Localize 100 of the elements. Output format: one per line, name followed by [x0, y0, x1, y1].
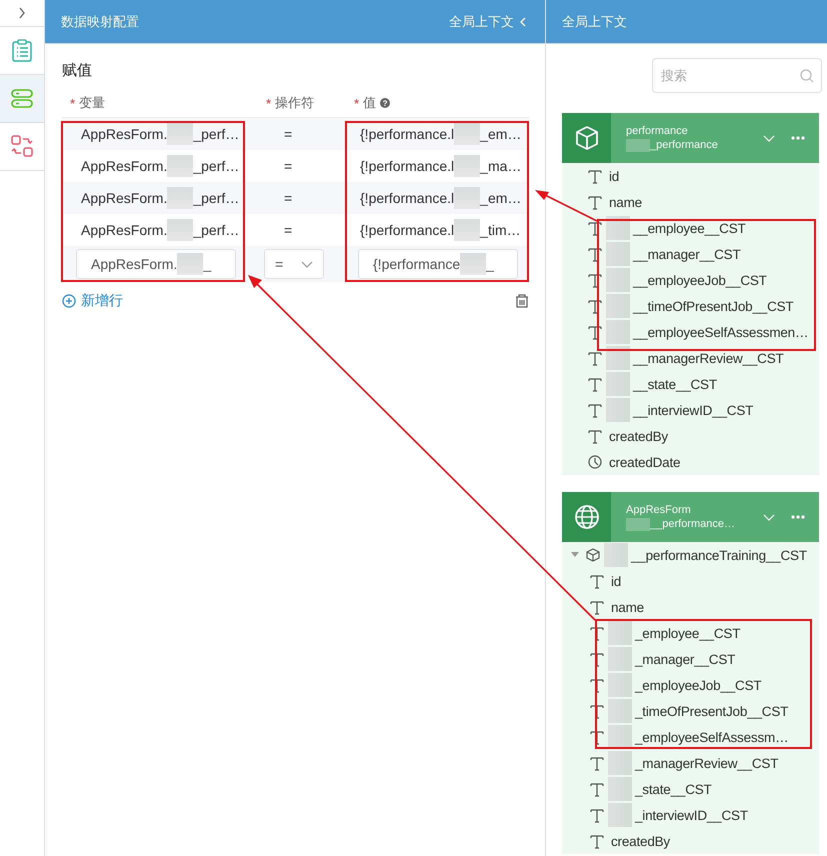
value-text: _em…	[480, 190, 522, 206]
field-name[interactable]: createdBy	[611, 834, 670, 848]
text-type-icon	[588, 376, 602, 392]
plus-circle-icon	[62, 294, 76, 308]
field-name[interactable]: id	[609, 168, 620, 184]
variable-text: _perf…	[193, 190, 240, 206]
text-type-icon	[590, 756, 604, 770]
operator-text: =	[284, 158, 292, 174]
value-text: {!performance.l	[360, 190, 454, 206]
operator-text: =	[284, 126, 292, 142]
chevron-down-icon[interactable]	[763, 134, 775, 142]
card-title: performance	[626, 124, 689, 136]
cube-icon	[574, 125, 600, 151]
field-name[interactable]: __managerReview__CST	[633, 350, 784, 366]
field-name[interactable]: _timeOfPresentJob__CST	[635, 704, 788, 718]
field-name[interactable]: name	[609, 194, 642, 210]
field-name[interactable]: __performanceTraining__CST	[631, 548, 807, 562]
field-name[interactable]: __manager__CST	[633, 246, 741, 262]
annotation-arrow	[535, 190, 598, 222]
panel-title: 数据映射配置	[61, 12, 139, 30]
field-name[interactable]: __interviewID__CST	[633, 402, 754, 418]
text-type-icon	[590, 678, 604, 692]
redaction-block	[167, 123, 194, 145]
field-name[interactable]: createdBy	[609, 428, 668, 444]
field-name[interactable]: _manager__CST	[635, 652, 736, 666]
text-type-icon	[588, 324, 602, 340]
variable-text: AppResForm.	[81, 158, 168, 174]
redaction-block	[454, 219, 480, 241]
field-name[interactable]: _employee__CST	[635, 626, 740, 640]
redaction-block	[626, 138, 650, 152]
text-type-icon	[588, 194, 602, 210]
variable-input-field[interactable]: AppResForm. _	[76, 249, 236, 279]
variable-text: AppResForm.	[81, 190, 168, 206]
text-type-icon	[588, 220, 602, 236]
field-name[interactable]: name	[611, 600, 644, 614]
field-name[interactable]: __state__CST	[633, 376, 717, 392]
caret-icon	[301, 260, 313, 268]
chevron-left-icon	[519, 16, 527, 26]
globe-icon	[574, 504, 600, 530]
field-name[interactable]: id	[611, 574, 622, 588]
required-marker: *	[70, 96, 76, 110]
add-row-link[interactable]: 新增行	[62, 292, 123, 310]
text-type-icon	[588, 428, 602, 444]
value-text: _em…	[480, 126, 522, 142]
field-name[interactable]: _employeeSelfAssessm…	[635, 730, 788, 744]
expand-chevron-icon[interactable]	[17, 6, 27, 20]
redaction-block	[177, 253, 204, 275]
text-type-icon	[590, 730, 604, 744]
chevron-down-icon[interactable]	[763, 514, 775, 520]
value-text: _tim…	[480, 222, 521, 238]
field-name[interactable]: __employeeSelfAssessmen…	[633, 324, 808, 340]
field-name[interactable]: _employeeJob__CST	[635, 678, 762, 692]
section-title: 赋值	[62, 61, 92, 80]
text-type-icon	[590, 574, 604, 588]
text-type-icon	[590, 782, 604, 796]
field-name[interactable]: _interviewID__CST	[635, 808, 748, 822]
sidebar-item[interactable]	[0, 75, 44, 123]
field-name[interactable]: createdDate	[609, 454, 680, 470]
clock-icon	[588, 454, 602, 470]
redaction-block	[454, 123, 480, 145]
redaction-block	[454, 187, 480, 209]
field-name[interactable]: _managerReview__CST	[635, 756, 778, 770]
field-name[interactable]: __timeOfPresentJob__CST	[633, 298, 794, 314]
text-type-icon	[588, 168, 602, 184]
cube-icon	[586, 548, 600, 562]
redaction-block	[167, 219, 194, 241]
value-text: {!performance.l	[360, 126, 454, 142]
card-subtitle: __performance…	[650, 518, 735, 530]
more-icon[interactable]	[791, 515, 805, 519]
redaction-block	[626, 518, 650, 530]
text-type-icon	[588, 246, 602, 262]
variable-text: _perf…	[193, 222, 240, 238]
field-name[interactable]: __employeeJob__CST	[633, 272, 767, 288]
operator-text: =	[284, 190, 292, 206]
value-input-field[interactable]: {!performance _	[358, 249, 518, 279]
field-name[interactable]: __employee__CST	[633, 220, 746, 236]
variable-text: _perf…	[193, 158, 240, 174]
trash-icon[interactable]	[515, 294, 529, 308]
value-text: {!performance.l	[360, 222, 454, 238]
column-header: 变量	[79, 94, 106, 112]
operator-select[interactable]: =	[264, 249, 324, 279]
help-icon[interactable]: ?	[380, 98, 390, 108]
toggle-rows-icon	[11, 87, 33, 110]
variable-text: AppResForm.	[81, 222, 168, 238]
redaction-block	[454, 155, 480, 177]
swap-boxes-icon	[11, 135, 33, 158]
text-type-icon	[588, 350, 602, 366]
field-name[interactable]: _state__CST	[635, 782, 712, 796]
redaction-block	[167, 187, 194, 209]
text-type-icon	[588, 272, 602, 288]
text-type-icon	[588, 298, 602, 314]
variable-text: _perf…	[193, 126, 240, 142]
text-type-icon	[590, 626, 604, 640]
value-text: _ma…	[480, 158, 522, 174]
required-marker: *	[266, 96, 272, 110]
text-type-icon	[590, 808, 604, 822]
panel-title: 全局上下文	[562, 12, 627, 30]
card-title: AppResForm	[626, 504, 692, 516]
text-type-icon	[588, 402, 602, 418]
more-icon[interactable]	[791, 136, 805, 140]
